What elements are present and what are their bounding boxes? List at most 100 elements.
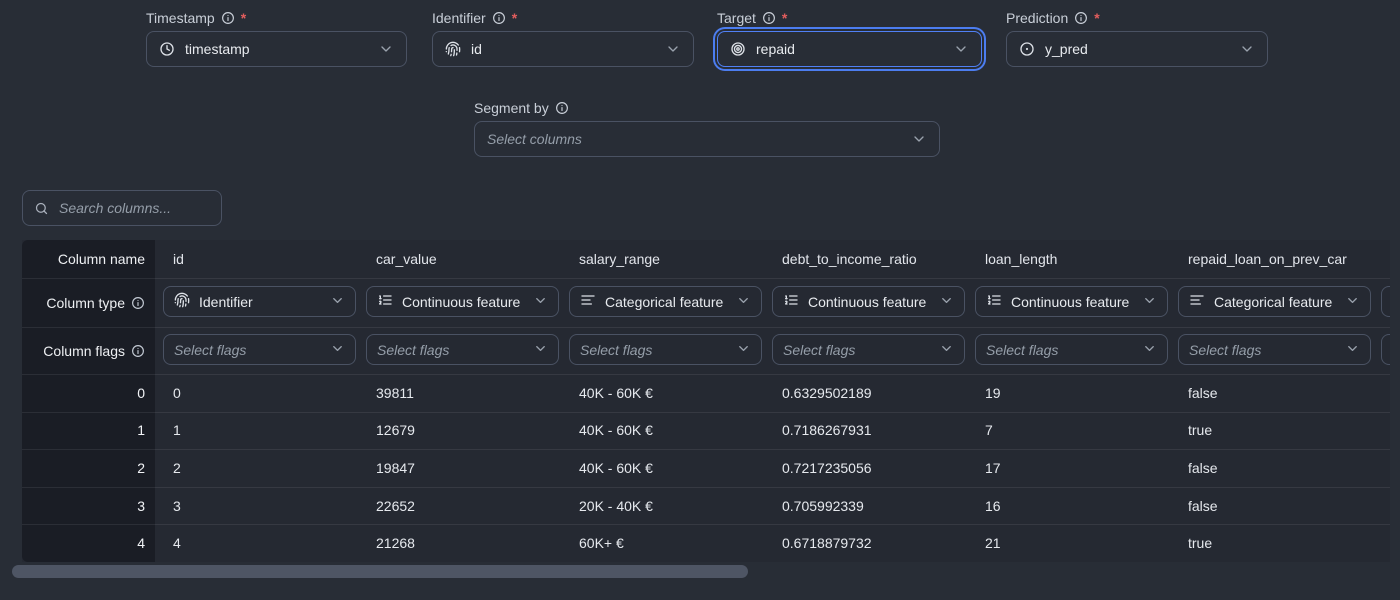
target-select[interactable]: repaid <box>717 31 982 67</box>
chevron-down-icon <box>911 131 927 147</box>
column-header-car_value: car_value <box>376 240 437 278</box>
chevron-down-icon <box>736 293 751 311</box>
column-flags-select-partial[interactable] <box>1381 334 1390 365</box>
list-ordered-icon <box>986 292 1002 311</box>
segment-by-select[interactable]: Select columns <box>474 121 940 157</box>
align-lines-icon <box>580 292 596 311</box>
table-cell: 17 <box>985 449 1001 487</box>
chevron-down-icon <box>533 341 548 359</box>
column-type-select-repaid_loan_on_prev_car[interactable]: Categorical feature <box>1178 286 1371 317</box>
fingerprint-icon <box>445 41 461 57</box>
info-icon[interactable] <box>492 11 506 25</box>
row-divider <box>22 278 1390 279</box>
table-cell: true <box>1188 524 1212 562</box>
table-cell: 39811 <box>376 374 414 412</box>
column-type-select-debt_to_income_ratio[interactable]: Continuous feature <box>772 286 965 317</box>
table-cell: 1 <box>173 412 181 450</box>
chevron-down-icon <box>939 341 954 359</box>
table-cell: 7 <box>985 412 993 450</box>
column-flags-select-repaid_loan_on_prev_car-value: Select flags <box>1189 342 1261 358</box>
row-index: 2 <box>22 449 155 487</box>
column-type-select-partial[interactable] <box>1381 286 1390 317</box>
column-flags-select-salary_range[interactable]: Select flags <box>569 334 762 365</box>
row-index: 1 <box>22 412 155 450</box>
row-index: 0 <box>22 374 155 412</box>
table-cell: 40K - 60K € <box>579 412 653 450</box>
prediction-select[interactable]: y_pred <box>1006 31 1268 67</box>
required-asterisk: * <box>782 10 787 26</box>
column-flags-select-loan_length[interactable]: Select flags <box>975 334 1168 365</box>
column-flags-select-id-value: Select flags <box>174 342 246 358</box>
column-type-select-car_value-value: Continuous feature <box>402 294 520 310</box>
row-divider <box>22 449 1390 450</box>
column-name-header-text: Column name <box>58 251 145 267</box>
column-flags-select-id[interactable]: Select flags <box>163 334 356 365</box>
required-asterisk: * <box>512 10 517 26</box>
column-flags-select-loan_length-value: Select flags <box>986 342 1058 358</box>
timestamp-select-value: timestamp <box>185 41 250 57</box>
info-icon[interactable] <box>555 101 569 115</box>
chevron-down-icon <box>330 293 345 311</box>
table-cell: false <box>1188 449 1218 487</box>
column-type-select-loan_length[interactable]: Continuous feature <box>975 286 1168 317</box>
columns-config-table: Column name Column type Column flags idI… <box>22 240 1390 562</box>
row-header-column-type: Column type <box>22 278 155 327</box>
prediction-select-value: y_pred <box>1045 41 1088 57</box>
list-ordered-icon <box>377 292 393 311</box>
column-type-select-id[interactable]: Identifier <box>163 286 356 317</box>
table-cell: 20K - 40K € <box>579 487 653 525</box>
target-label-text: Target <box>717 10 756 26</box>
required-asterisk: * <box>1094 10 1099 26</box>
row-divider <box>22 524 1390 525</box>
table-cell: 0.6718879732 <box>782 524 872 562</box>
segment-by-field: Segment by Select columns <box>474 98 940 157</box>
row-divider <box>22 374 1390 375</box>
timestamp-field: Timestamp * timestamp <box>146 8 407 67</box>
table-cell: 2 <box>173 449 181 487</box>
chevron-down-icon <box>736 341 751 359</box>
column-type-select-loan_length-value: Continuous feature <box>1011 294 1129 310</box>
info-icon[interactable] <box>762 11 776 25</box>
list-ordered-icon <box>783 292 799 311</box>
dataset-setup-screen: Timestamp * timestamp Identifier * id Ta… <box>0 0 1400 600</box>
prediction-label-text: Prediction <box>1006 10 1068 26</box>
column-flags-select-car_value-value: Select flags <box>377 342 449 358</box>
column-flags-header-text: Column flags <box>43 343 125 359</box>
target-icon <box>730 41 746 57</box>
segment-by-label: Segment by <box>474 98 940 118</box>
table-cell: 0.705992339 <box>782 487 864 525</box>
table-cell: true <box>1188 412 1212 450</box>
search-columns-input[interactable] <box>57 199 210 217</box>
chevron-down-icon <box>1142 341 1157 359</box>
column-type-header-text: Column type <box>46 295 125 311</box>
timestamp-select[interactable]: timestamp <box>146 31 407 67</box>
info-icon[interactable] <box>131 296 145 310</box>
identifier-select-value: id <box>471 41 482 57</box>
column-flags-select-debt_to_income_ratio[interactable]: Select flags <box>772 334 965 365</box>
column-header-debt_to_income_ratio: debt_to_income_ratio <box>782 240 917 278</box>
table-cell: 0.7186267931 <box>782 412 872 450</box>
info-icon[interactable] <box>221 11 235 25</box>
search-columns-box <box>22 190 222 226</box>
table-cell: 3 <box>173 487 181 525</box>
target-field: Target * repaid <box>717 8 982 67</box>
horizontal-scrollbar-thumb[interactable] <box>12 565 748 578</box>
table-cell: false <box>1188 487 1218 525</box>
column-type-select-car_value[interactable]: Continuous feature <box>366 286 559 317</box>
row-index: 4 <box>22 524 155 562</box>
row-divider <box>22 327 1390 328</box>
table-cell: false <box>1188 374 1218 412</box>
column-header-loan_length: loan_length <box>985 240 1057 278</box>
timestamp-label: Timestamp * <box>146 8 407 28</box>
chevron-down-icon <box>1142 293 1157 311</box>
column-type-select-salary_range[interactable]: Categorical feature <box>569 286 762 317</box>
prediction-label: Prediction * <box>1006 8 1268 28</box>
align-lines-icon <box>1189 292 1205 311</box>
info-icon[interactable] <box>1074 11 1088 25</box>
segment-by-label-text: Segment by <box>474 100 549 116</box>
prediction-field: Prediction * y_pred <box>1006 8 1268 67</box>
info-icon[interactable] <box>131 344 145 358</box>
identifier-select[interactable]: id <box>432 31 694 67</box>
column-flags-select-repaid_loan_on_prev_car[interactable]: Select flags <box>1178 334 1371 365</box>
column-flags-select-car_value[interactable]: Select flags <box>366 334 559 365</box>
